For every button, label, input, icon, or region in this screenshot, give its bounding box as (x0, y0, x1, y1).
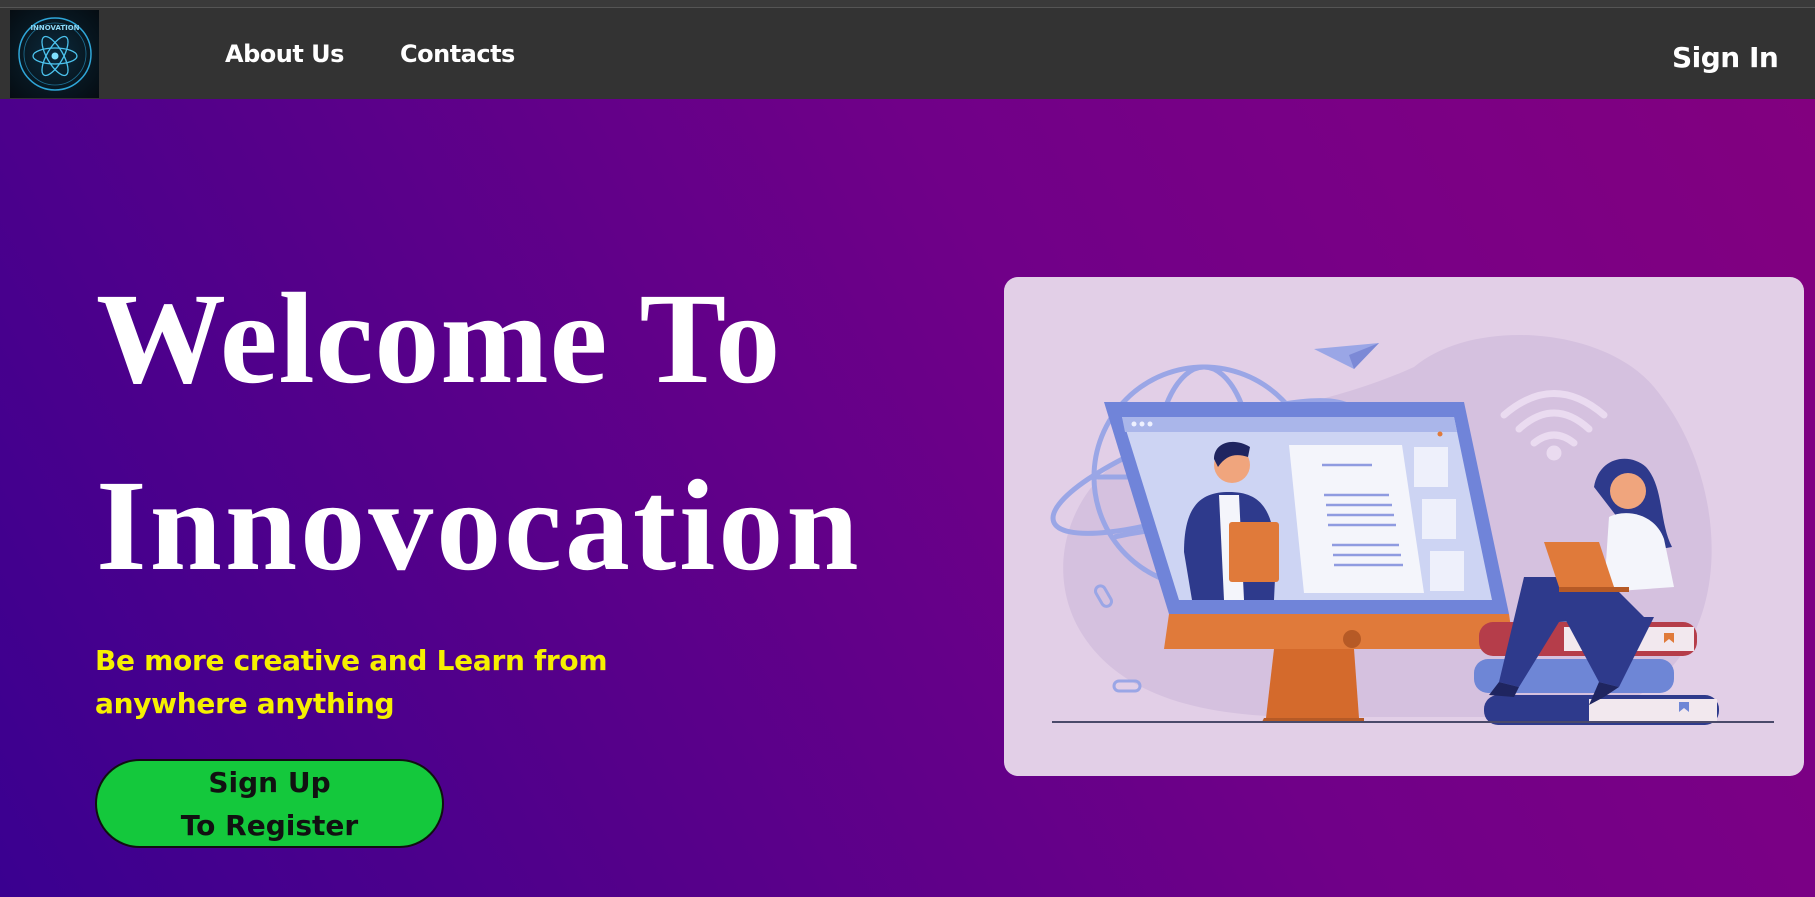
hero-section: Welcome To Innovocation Be more creative… (0, 99, 1815, 897)
nav-link-about-us[interactable]: About Us (225, 40, 344, 68)
hero-title-line-2: Innovocation (96, 454, 862, 598)
sign-in-link[interactable]: Sign In (1672, 41, 1779, 74)
logo-text: INNOVATION (30, 24, 79, 32)
hero-illustration (1004, 277, 1804, 776)
browser-top-border (0, 0, 1815, 8)
register-label: To Register (180, 808, 359, 842)
sign-up-label: Sign Up (208, 765, 331, 799)
hero-title-line-1: Welcome To (96, 267, 782, 411)
sign-up-button[interactable]: Sign Up To Register (95, 759, 444, 848)
nav-link-contacts[interactable]: Contacts (400, 40, 515, 68)
navbar: INNOVATION About Us Contacts Sign In (0, 8, 1815, 99)
atom-logo-icon: INNOVATION (17, 17, 92, 91)
elearning-illustration (1050, 334, 1774, 725)
paper-plane-icon (1314, 343, 1379, 369)
hero-tagline: Be more creative and Learn from anywhere… (95, 644, 608, 720)
logo[interactable]: INNOVATION (10, 10, 99, 98)
